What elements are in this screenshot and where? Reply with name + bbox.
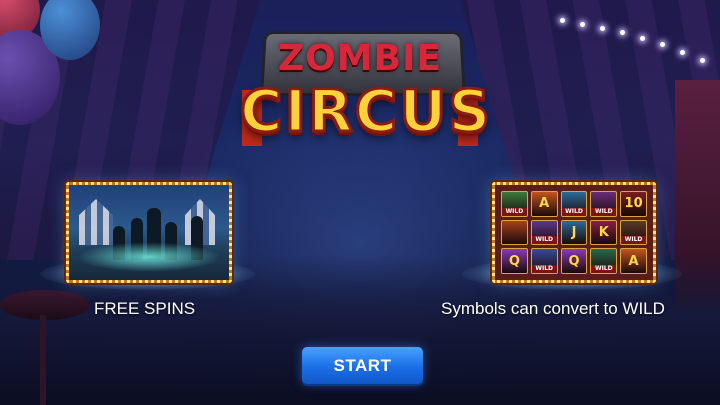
logo-title-zombie: ZOMBIE (278, 38, 442, 79)
wild-badge: WILD (561, 207, 587, 216)
slot-symbol: WILD (501, 191, 528, 217)
slot-symbol: 10 (620, 191, 647, 217)
slot-symbol (501, 219, 528, 246)
wild-badge: WILD (591, 207, 617, 216)
wild-caption: Symbols can convert to WILD (441, 299, 665, 318)
start-button[interactable]: START (302, 347, 423, 384)
symbol-grid: WILD A WILD WILD 10 WILD J K WILD Q WILD Q WILD A (501, 191, 647, 274)
slot-symbol: Q (501, 248, 528, 274)
symbol-glyph: 10 (624, 196, 643, 212)
slot-symbol: WILD (620, 219, 647, 246)
slot-symbol: WILD (530, 248, 558, 274)
mini-tent-icon (79, 199, 113, 245)
wild-badge: WILD (531, 236, 557, 245)
slot-symbol: WILD (560, 191, 588, 217)
symbol-glyph: A (539, 196, 550, 212)
wild-badge: WILD (502, 207, 527, 216)
string-lights (550, 10, 720, 80)
slot-symbol: A (620, 248, 647, 274)
free-spins-caption: FREE SPINS (94, 299, 196, 318)
slot-symbol: A (530, 191, 558, 217)
symbol-glyph: A (628, 253, 639, 269)
wild-badge: WILD (591, 264, 617, 273)
symbol-glyph: K (598, 224, 609, 240)
wild-symbols-image: WILD A WILD WILD 10 WILD J K WILD Q WILD Q WILD A (492, 182, 656, 283)
slot-symbol: K (590, 219, 618, 246)
slot-symbol: Q (560, 248, 588, 274)
symbol-glyph: Q (568, 253, 580, 269)
slot-symbol: WILD (530, 219, 558, 246)
slot-symbol: WILD (590, 248, 618, 274)
green-fog (77, 242, 221, 272)
symbol-glyph: J (571, 224, 577, 240)
logo-title-circus: CIRCUS (239, 77, 493, 145)
slot-symbol: J (560, 219, 588, 246)
game-logo: ZOMBIE CIRCUS (239, 24, 493, 154)
wild-badge: WILD (531, 264, 557, 273)
wild-badge: WILD (621, 236, 646, 245)
symbol-glyph: Q (508, 253, 520, 269)
free-spins-image (66, 182, 232, 283)
stool-leg (40, 315, 46, 405)
slot-symbol: WILD (590, 191, 618, 217)
